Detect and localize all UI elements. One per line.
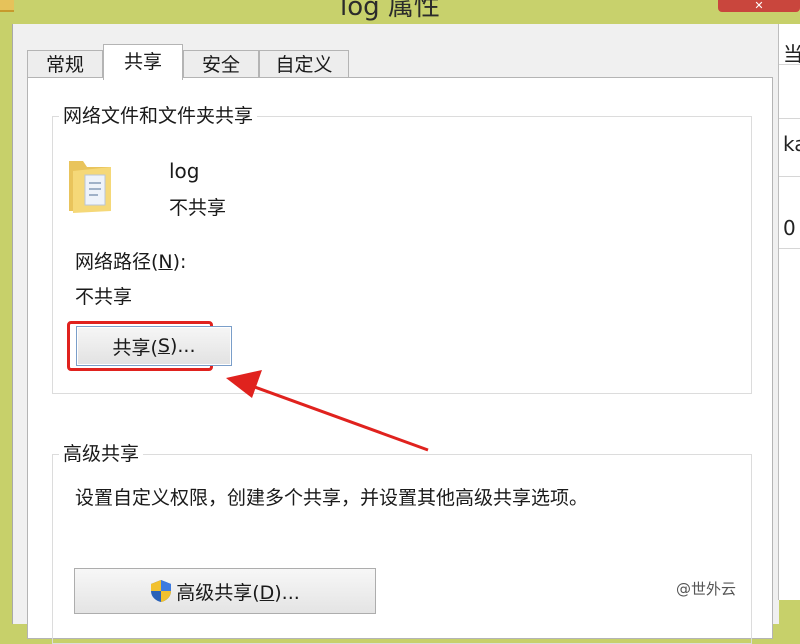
sharing-tab-panel: 网络文件和文件夹共享 log 不共享 网络路径(N): 不共享 共享(S)...… (27, 77, 773, 644)
folder-name: log (169, 159, 200, 183)
tab-strip: 常规 共享 安全 自定义 (27, 44, 767, 80)
close-icon: ✕ (754, 0, 764, 12)
advanced-button-label-suffix: )... (274, 581, 300, 604)
advanced-sharing-description: 设置自定义权限，创建多个共享，并设置其他高级共享选项。 (75, 487, 589, 509)
group-title-advanced-sharing: 高级共享 (59, 439, 144, 466)
share-button-label-key: S (157, 335, 170, 357)
annotation-arrow-icon (226, 370, 429, 452)
close-button[interactable]: ✕ (718, 0, 800, 12)
background-text-2: ka (783, 132, 800, 156)
tab-sharing[interactable]: 共享 (103, 44, 183, 80)
background-text-1: 当 (783, 42, 800, 66)
row-divider (779, 118, 800, 119)
advanced-button-label-key: D (259, 581, 275, 604)
background-window: 当 ka 0 (778, 24, 800, 600)
share-button-label-prefix: 共享( (112, 336, 158, 359)
group-title-network-sharing: 网络文件和文件夹共享 (59, 101, 258, 128)
folder-icon (69, 161, 111, 213)
network-path-label-suffix: ): (172, 251, 187, 273)
share-button-highlight: 共享(S)... (67, 321, 232, 371)
properties-dialog: 常规 共享 安全 自定义 网络文件和文件夹共享 log 不共享 网络路径(N):… (12, 24, 779, 644)
share-button-label-suffix: )... (169, 335, 196, 357)
advanced-sharing-button-label: 高级共享(D)... (176, 578, 300, 605)
window-title: log 属性 (340, 0, 440, 22)
folder-share-status: 不共享 (169, 197, 227, 219)
tab-customize[interactable]: 自定义 (259, 50, 349, 78)
advanced-sharing-button[interactable]: 高级共享(D)... (74, 568, 376, 614)
watermark: @世外云 (676, 580, 737, 598)
network-sharing-group: 网络文件和文件夹共享 log 不共享 网络路径(N): 不共享 共享(S)... (52, 101, 752, 394)
row-divider (779, 176, 800, 177)
row-divider (779, 248, 800, 249)
uac-shield-icon (151, 580, 172, 602)
tab-general[interactable]: 常规 (27, 50, 103, 78)
tab-security[interactable]: 安全 (183, 50, 259, 78)
folder-app-icon (0, 0, 14, 12)
share-button[interactable]: 共享(S)... (76, 326, 232, 366)
network-path-value: 不共享 (75, 286, 133, 308)
title-bar: log 属性 ✕ (0, 0, 800, 22)
network-path-label-prefix: 网络路径( (75, 251, 159, 273)
network-path-label-key: N (158, 251, 173, 273)
network-path-label: 网络路径(N): (75, 247, 186, 274)
background-text-3: 0 (783, 216, 796, 240)
advanced-button-label-prefix: 高级共享( (176, 581, 260, 604)
advanced-sharing-group: 高级共享 设置自定义权限，创建多个共享，并设置其他高级共享选项。 (52, 439, 752, 644)
